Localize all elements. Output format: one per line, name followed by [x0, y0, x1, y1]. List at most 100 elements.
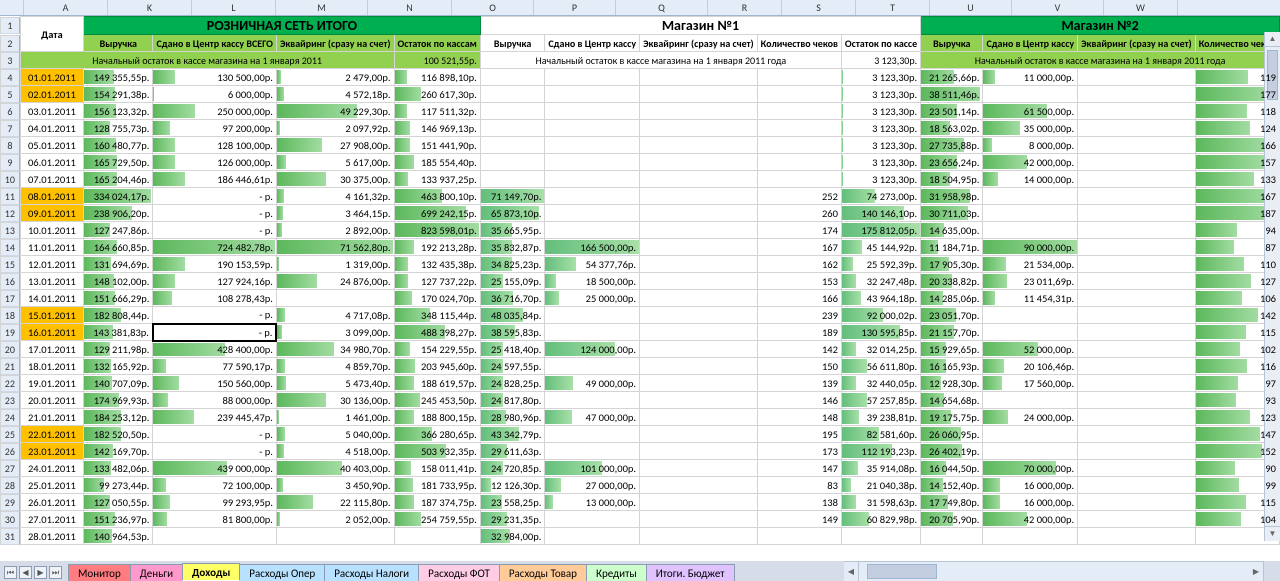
cell-W[interactable]: 102 — [1195, 341, 1279, 358]
row-header-2[interactable]: 2 — [0, 35, 20, 52]
cell-P[interactable]: 27 000,00р. — [545, 477, 640, 494]
cell-L[interactable]: 72 100,00р. — [153, 477, 277, 494]
row-header-3[interactable]: 3 — [0, 52, 20, 69]
cell-U[interactable] — [983, 443, 1078, 460]
cell-R[interactable] — [757, 86, 841, 103]
cell-N[interactable]: 187 374,75р. — [394, 494, 480, 511]
cell-O[interactable]: 24 828,25р. — [480, 375, 545, 392]
cell-R[interactable]: 173 — [757, 443, 841, 460]
horizontal-scroll-thumb[interactable] — [867, 564, 937, 579]
cell-P[interactable] — [545, 137, 640, 154]
cell-S[interactable]: 130 595,85р. — [841, 324, 920, 341]
cell-N[interactable]: 260 617,30р. — [394, 86, 480, 103]
cell-T[interactable]: 27 735,88р. — [921, 137, 983, 154]
sheet-tab[interactable]: Кредиты — [586, 564, 647, 581]
cell-R[interactable]: 149 — [757, 511, 841, 528]
tab-nav-first-icon[interactable]: ⏮ — [4, 566, 17, 579]
cell-V[interactable] — [1078, 494, 1196, 511]
cell-L[interactable]: 108 278,43р. — [153, 290, 277, 307]
date-cell[interactable]: 21.01.2011 — [20, 409, 83, 426]
cell-V[interactable] — [1078, 120, 1196, 137]
scroll-left-icon[interactable]: ◀ — [844, 562, 859, 581]
cell-P[interactable] — [545, 154, 640, 171]
cell-K[interactable]: 174 969,93р. — [84, 392, 153, 409]
cell-K[interactable]: 156 123,32р. — [84, 103, 153, 120]
cell-Q[interactable] — [640, 256, 758, 273]
cell-L[interactable]: 127 924,16р. — [153, 273, 277, 290]
cell-M[interactable]: 4 859,70р. — [276, 358, 394, 375]
row-header[interactable]: 8 — [0, 137, 20, 154]
cell-N[interactable]: 348 115,44р. — [394, 307, 480, 324]
cell-W[interactable]: 177 — [1195, 86, 1279, 103]
cell-S[interactable]: 3 123,30р. — [841, 69, 920, 86]
cell-L[interactable]: 428 400,00р. — [153, 341, 277, 358]
cell-R[interactable]: 162 — [757, 256, 841, 273]
cell-U[interactable] — [983, 426, 1078, 443]
cell-O[interactable]: 43 342,79р. — [480, 426, 545, 443]
cell-U[interactable]: 11 454,31р. — [983, 290, 1078, 307]
table-row[interactable]: 805.01.2011160 480,77р.128 100,00р.27 90… — [0, 137, 1280, 154]
cell-O[interactable]: 29 231,35р. — [480, 511, 545, 528]
cell-U[interactable]: 16 000,00р. — [983, 477, 1078, 494]
cell-U[interactable]: 14 000,00р. — [983, 171, 1078, 188]
cell-S[interactable]: 3 123,30р. — [841, 103, 920, 120]
cell-N[interactable]: 185 554,40р. — [394, 154, 480, 171]
cell-L[interactable]: 150 560,00р. — [153, 375, 277, 392]
cell-O[interactable] — [480, 86, 545, 103]
cell-R[interactable]: 189 — [757, 324, 841, 341]
cell-U[interactable]: 23 011,69р. — [983, 273, 1078, 290]
cell-R[interactable]: 142 — [757, 341, 841, 358]
cell-P[interactable]: 49 000,00р. — [545, 375, 640, 392]
cell-R[interactable]: 139 — [757, 375, 841, 392]
cell-W[interactable]: 133 — [1195, 171, 1279, 188]
cell-N[interactable]: 158 011,41р. — [394, 460, 480, 477]
cell-V[interactable] — [1078, 205, 1196, 222]
date-cell[interactable]: 16.01.2011 — [20, 324, 83, 341]
cell-M[interactable]: 2 097,92р. — [276, 120, 394, 137]
cell-P[interactable] — [545, 528, 640, 545]
cell-W[interactable]: 152 — [1195, 443, 1279, 460]
cell-M[interactable]: 3 450,90р. — [276, 477, 394, 494]
cell-M[interactable]: 5 040,00р. — [276, 426, 394, 443]
row-header[interactable]: 23 — [0, 392, 20, 409]
cell-T[interactable]: 15 929,65р. — [921, 341, 983, 358]
cell-P[interactable] — [545, 392, 640, 409]
date-cell[interactable]: 17.01.2011 — [20, 341, 83, 358]
select-all-corner[interactable] — [0, 0, 24, 15]
cell-W[interactable]: 115 — [1195, 494, 1279, 511]
cell-S[interactable]: 43 964,18р. — [841, 290, 920, 307]
cell-R[interactable]: 252 — [757, 188, 841, 205]
cell-R[interactable]: 150 — [757, 358, 841, 375]
cell-U[interactable] — [983, 222, 1078, 239]
row-header[interactable]: 19 — [0, 324, 20, 341]
cell-Q[interactable] — [640, 341, 758, 358]
cell-K[interactable]: 164 660,85р. — [84, 239, 153, 256]
cell-W[interactable]: 99 — [1195, 477, 1279, 494]
cell-T[interactable]: 21 265,66р. — [921, 69, 983, 86]
cell-P[interactable]: 101 000,00р. — [545, 460, 640, 477]
row-header[interactable]: 22 — [0, 375, 20, 392]
cell-W[interactable]: 123 — [1195, 409, 1279, 426]
cell-V[interactable] — [1078, 103, 1196, 120]
cell-Q[interactable] — [640, 409, 758, 426]
table-row[interactable]: 1007.01.2011165 204,46р.186 446,61р.30 3… — [0, 171, 1280, 188]
col-S[interactable]: S — [782, 0, 856, 15]
scroll-down-icon[interactable]: ▼ — [1265, 526, 1280, 541]
table-row[interactable]: 2421.01.2011184 253,12р.239 445,47р.1 46… — [0, 409, 1280, 426]
date-cell[interactable]: 20.01.2011 — [20, 392, 83, 409]
table-row[interactable]: 2017.01.2011129 211,98р.428 400,00р.34 9… — [0, 341, 1280, 358]
cell-L[interactable]: 99 293,95р. — [153, 494, 277, 511]
cell-Q[interactable] — [640, 290, 758, 307]
cell-V[interactable] — [1078, 256, 1196, 273]
col-N[interactable]: N — [368, 0, 452, 15]
cell-T[interactable]: 17 749,80р. — [921, 494, 983, 511]
cell-K[interactable]: 182 808,44р. — [84, 307, 153, 324]
cell-M[interactable]: 49 229,30р. — [276, 103, 394, 120]
row-header[interactable]: 9 — [0, 154, 20, 171]
cell-T[interactable]: 16 165,93р. — [921, 358, 983, 375]
cell-M[interactable]: 40 403,00р. — [276, 460, 394, 477]
cell-L[interactable]: 77 590,17р. — [153, 358, 277, 375]
cell-W[interactable]: 87 — [1195, 239, 1279, 256]
cell-V[interactable] — [1078, 290, 1196, 307]
cell-W[interactable]: 167 — [1195, 188, 1279, 205]
